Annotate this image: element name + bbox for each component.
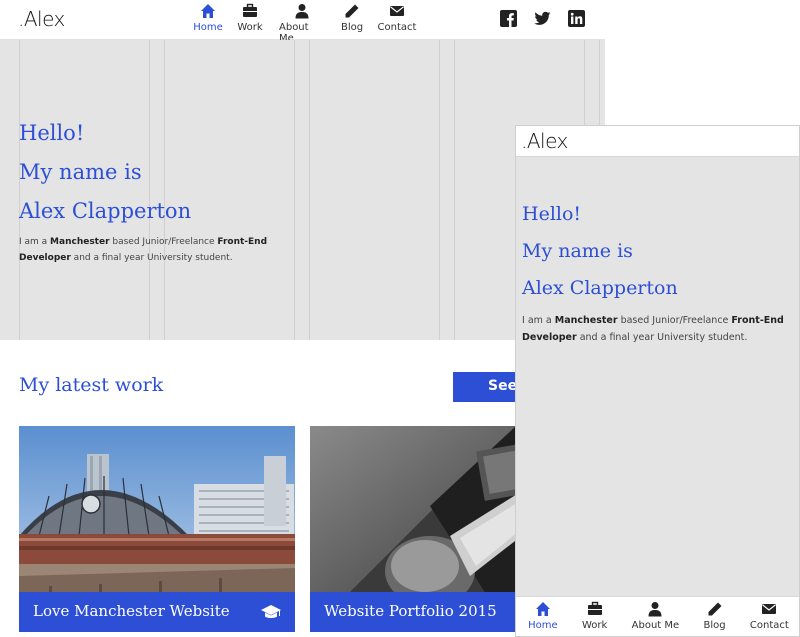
work-card-love-manchester[interactable]: Love Manchester Website (19, 426, 295, 632)
card-title: Love Manchester Website (33, 602, 230, 620)
desktop-header: .Alex Home Work About Me Blog Contact (0, 0, 605, 44)
nav-label-work: Work (237, 22, 263, 33)
pencil-icon (345, 4, 359, 18)
pencil-icon (708, 602, 722, 616)
envelope-icon (390, 6, 404, 16)
hero-line-2: My name is (19, 160, 142, 184)
nav-item-home[interactable]: Home (528, 601, 558, 631)
card-title: Website Portfolio 2015 (324, 602, 497, 620)
intro-city: Manchester (554, 315, 618, 326)
user-icon (295, 4, 309, 19)
nav-label-blog: Blog (340, 22, 364, 33)
grid-line (439, 40, 440, 340)
grid-line (294, 40, 295, 340)
site-logo[interactable]: .Alex (521, 129, 568, 153)
user-icon (648, 602, 662, 617)
nav-item-work[interactable]: Work (237, 3, 263, 44)
grid-line (309, 40, 310, 340)
hero-line-3: Alex Clapperton (522, 277, 678, 299)
mobile-view: .Alex Hello! My name is Alex Clapperton … (515, 125, 800, 637)
card-caption: Love Manchester Website (19, 592, 295, 632)
home-icon (201, 4, 215, 18)
hero-line-1: Hello! (19, 121, 85, 145)
nav-label-contact: Contact (377, 22, 417, 33)
latest-work-title: My latest work (19, 374, 164, 396)
social-links (500, 10, 585, 27)
nav-label-about: About Me (631, 620, 680, 631)
nav-item-about[interactable]: About Me (631, 601, 680, 631)
intro-pre: I am a (522, 315, 555, 326)
hero-line-2: My name is (522, 240, 633, 262)
intro-post: and a final year University student. (70, 253, 233, 263)
hero-intro: I am a Manchester based Junior/Freelance… (19, 234, 269, 266)
nav-label-work: Work (582, 620, 608, 631)
envelope-icon (762, 604, 777, 614)
intro-mid: based Junior/Freelance (109, 237, 218, 247)
mobile-header: .Alex (516, 126, 799, 157)
nav-label-home: Home (528, 620, 558, 631)
nav-item-work[interactable]: Work (582, 601, 607, 631)
twitter-icon[interactable] (534, 10, 551, 27)
nav-item-blog[interactable]: Blog (341, 3, 363, 44)
site-logo[interactable]: .Alex (18, 7, 65, 31)
intro-city: Manchester (50, 237, 110, 247)
briefcase-icon (243, 3, 257, 17)
intro-pre: I am a (19, 237, 51, 247)
desktop-nav: Home Work About Me Blog Contact (193, 3, 417, 44)
nav-item-about[interactable]: About Me (279, 3, 325, 44)
hero-line-1: Hello! (522, 203, 582, 225)
nav-item-contact[interactable]: Contact (750, 601, 789, 631)
facebook-icon[interactable] (500, 10, 517, 27)
mobile-nav: Home Work About Me Blog Contact (516, 601, 799, 631)
briefcase-icon (587, 601, 602, 615)
nav-label-contact: Contact (749, 620, 789, 631)
mobile-bottom-nav: Home Work About Me Blog Contact (516, 596, 799, 636)
nav-item-contact[interactable]: Contact (377, 3, 417, 44)
hero-line-3: Alex Clapperton (19, 199, 192, 223)
graduation-cap-icon (261, 605, 281, 618)
intro-post: and a final year University student. (576, 332, 748, 343)
nav-label-blog: Blog (703, 620, 726, 631)
nav-label-home: Home (193, 22, 223, 33)
nav-item-blog[interactable]: Blog (703, 601, 726, 631)
nav-item-home[interactable]: Home (193, 3, 223, 44)
grid-line (454, 40, 455, 340)
intro-mid: based Junior/Freelance (617, 315, 732, 326)
screenshot-stage: .Alex Home Work About Me Blog Contact He… (0, 0, 800, 637)
hero-intro: I am a Manchester based Junior/Freelance… (522, 312, 787, 346)
hero-heading: Hello! My name is Alex Clapperton (19, 114, 191, 231)
home-icon (535, 602, 550, 616)
hero-heading: Hello! My name is Alex Clapperton (522, 196, 678, 307)
linkedin-icon[interactable] (568, 10, 585, 27)
